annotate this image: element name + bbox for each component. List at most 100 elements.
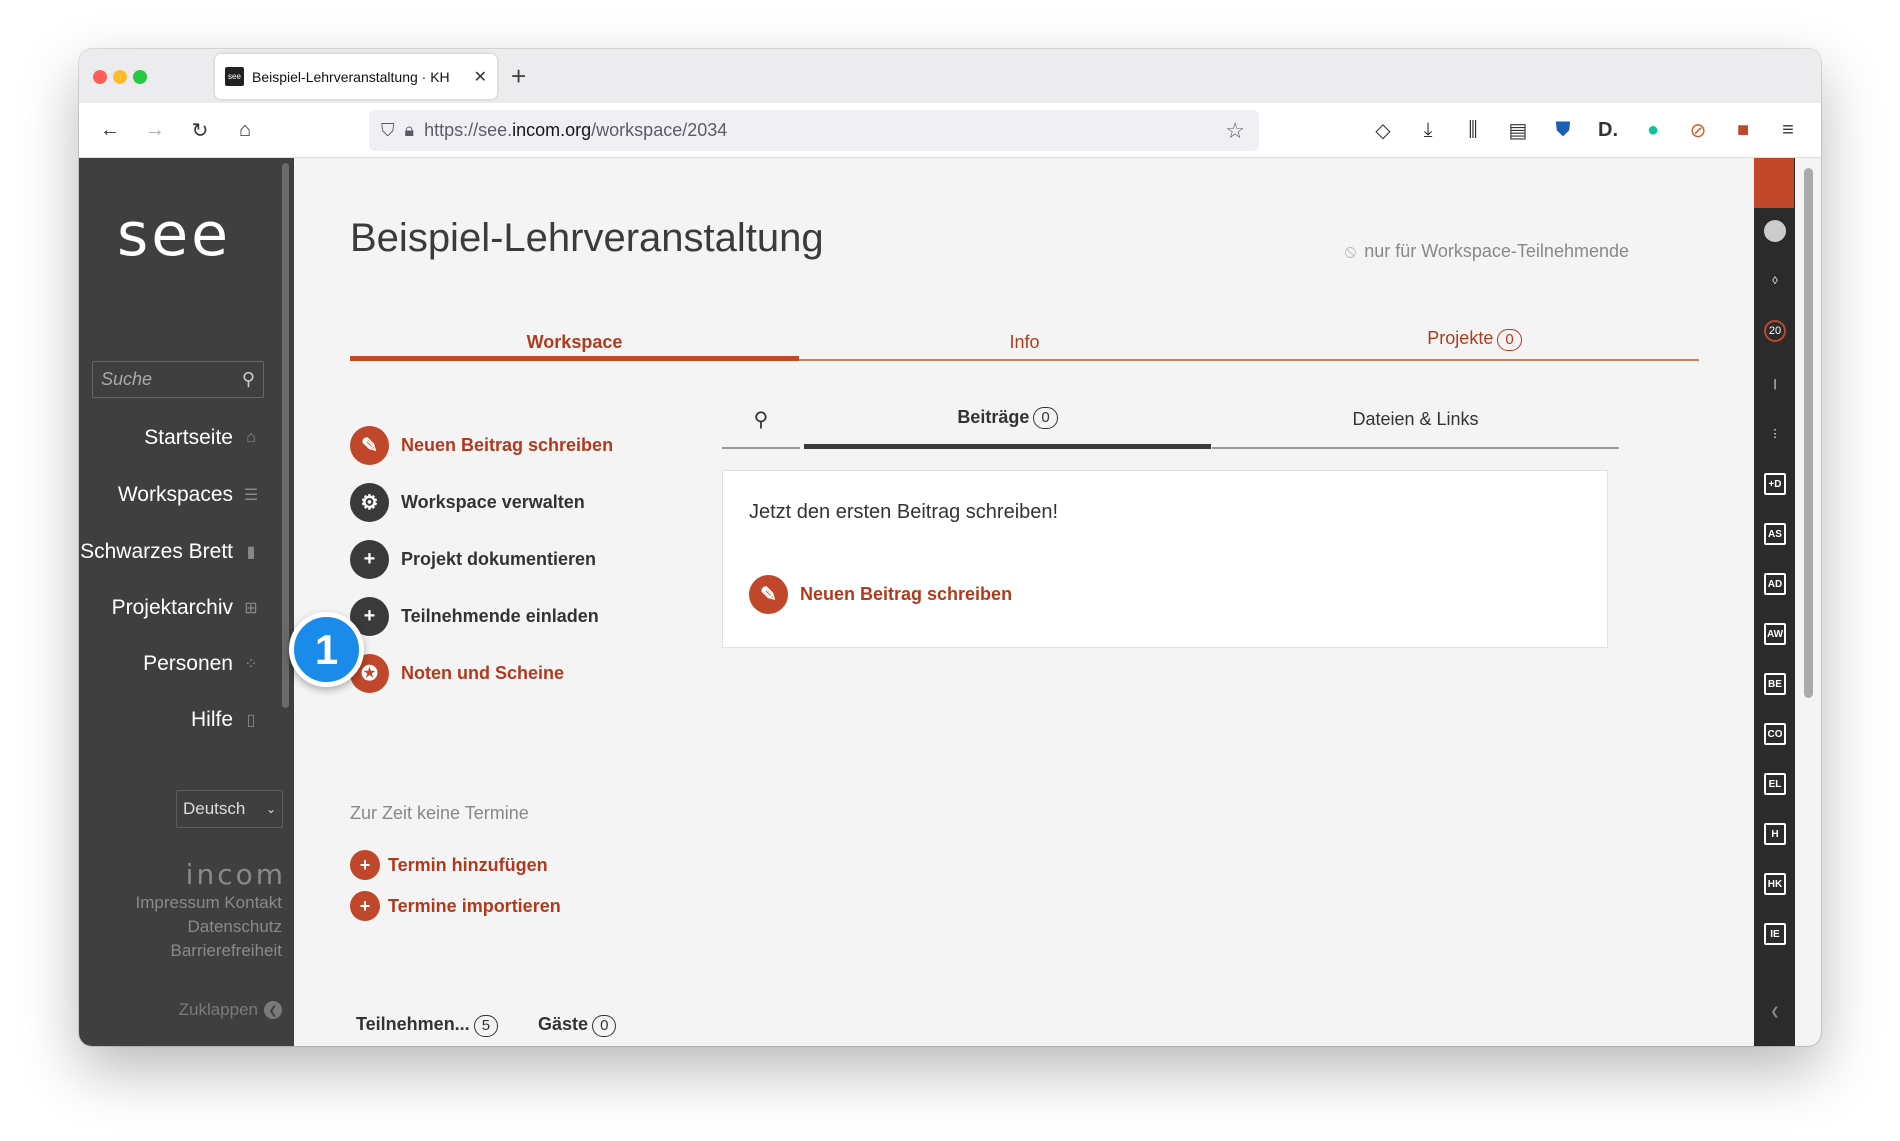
tab-label: Dateien & Links xyxy=(1352,408,1479,429)
plus-icon: + xyxy=(350,850,380,880)
favicon: see xyxy=(225,67,244,86)
visibility-text: nur für Workspace-Teilnehmende xyxy=(1364,241,1629,261)
tab-teilnehmende[interactable]: Teilnehmen... 5 xyxy=(356,1014,499,1037)
workspace-item[interactable]: H xyxy=(1764,823,1786,845)
scroll-thumb[interactable] xyxy=(1804,168,1813,698)
collapse-right-icon[interactable]: ❮ xyxy=(1764,1000,1786,1022)
tab-label: Workspace xyxy=(526,332,623,352)
workspace-item[interactable]: EL xyxy=(1764,773,1786,795)
url-bar[interactable]: ⛉ 🔒︎ https://see.incom.org/workspace/203… xyxy=(369,110,1259,151)
close-tab-icon[interactable]: ✕ xyxy=(474,67,487,87)
sidebar-scrollbar[interactable] xyxy=(282,163,289,708)
sidebar-item-personen[interactable]: Personen ⁘ xyxy=(143,652,259,676)
avatar[interactable] xyxy=(1764,220,1786,242)
tab-label: Beiträge xyxy=(957,407,1030,427)
home-icon[interactable]: ⌂ xyxy=(228,113,262,147)
document-project-button[interactable]: + Projekt dokumentieren xyxy=(350,540,596,579)
write-post-button[interactable]: ✎ Neuen Beitrag schreiben xyxy=(350,426,613,465)
sidebar-item-hilfe[interactable]: Hilfe ▯ xyxy=(191,708,259,732)
bar-icon[interactable]: | xyxy=(1764,373,1786,395)
d-extension-icon[interactable]: D. xyxy=(1591,113,1625,147)
empty-posts-text: Jetzt den ersten Beitrag schreiben! xyxy=(749,501,1059,523)
sidebar-item-projektarchiv[interactable]: Projektarchiv ⊞ xyxy=(112,596,259,620)
tab-projekte[interactable]: Projekte 0 xyxy=(1250,322,1699,351)
tab-beitraege[interactable]: Beiträge 0 xyxy=(804,391,1211,449)
reload-icon[interactable]: ↻ xyxy=(183,113,217,147)
write-post-button-card[interactable]: ✎ Neuen Beitrag schreiben xyxy=(749,575,1012,614)
compass-icon[interactable] xyxy=(1754,158,1794,208)
url-prefix: https://see. xyxy=(424,120,513,140)
pocket-icon[interactable]: ◇ xyxy=(1366,113,1400,147)
plus-icon: + xyxy=(350,540,389,579)
download-icon[interactable]: ⤓ xyxy=(1411,113,1445,147)
invite-participants-button[interactable]: + Teilnehmende einladen xyxy=(350,597,599,636)
collapse-sidebar-button[interactable]: Zuklappen ❮ xyxy=(179,1000,282,1020)
tab-gaeste[interactable]: Gäste 0 xyxy=(538,1014,617,1037)
url-text[interactable]: https://see.incom.org/workspace/2034 xyxy=(424,120,1215,141)
action-label: Projekt dokumentieren xyxy=(401,549,597,569)
workspace-item[interactable]: HK xyxy=(1764,873,1786,895)
library-icon[interactable]: ⫼ xyxy=(1456,113,1490,147)
hidden-eye-icon: ⦸ xyxy=(1344,241,1357,261)
tab-label: Gäste xyxy=(538,1014,589,1034)
sidebar-item-startseite[interactable]: Startseite ⌂ xyxy=(144,426,259,450)
blocker-extension-icon[interactable]: ⊘ xyxy=(1681,113,1715,147)
workspace-item[interactable]: 20 xyxy=(1764,320,1786,342)
browser-window: see Beispiel-Lehrveranstaltung · KH ✕ + … xyxy=(79,49,1821,1046)
workspace-item[interactable]: BE xyxy=(1764,673,1786,695)
language-select[interactable]: Deutsch ⌄ xyxy=(176,790,283,828)
action-label: Neuen Beitrag schreiben xyxy=(800,584,1013,604)
workspace-item[interactable]: IE xyxy=(1764,923,1786,945)
menu-icon[interactable]: ≡ xyxy=(1771,113,1805,147)
workspace-item[interactable]: CO xyxy=(1764,723,1786,745)
tab-title: Beispiel-Lehrveranstaltung · KH xyxy=(252,68,450,85)
sidebar-item-label: Workspaces xyxy=(117,483,233,506)
no-appointments-text: Zur Zeit keine Termine xyxy=(350,803,529,823)
page-scrollbar[interactable] xyxy=(1795,158,1821,1046)
close-window-button[interactable] xyxy=(93,70,107,84)
people-icon: ⁘ xyxy=(244,656,258,673)
workspace-item[interactable]: +D xyxy=(1764,473,1786,495)
sidebar-item-label: Projektarchiv xyxy=(111,596,233,619)
back-icon[interactable]: ← xyxy=(93,113,127,147)
sidebar-item-label: Hilfe xyxy=(190,708,233,731)
search-icon[interactable]: ⚲ xyxy=(722,391,800,449)
import-appointments-button[interactable]: + Termine importieren xyxy=(350,891,561,921)
workspace-item[interactable]: AS xyxy=(1764,523,1786,545)
lock-icon[interactable]: 🔒︎ xyxy=(405,120,415,141)
incom-logo[interactable]: incom xyxy=(186,858,286,891)
workspace-item[interactable]: AD xyxy=(1764,573,1786,595)
tab-workspace[interactable]: Workspace xyxy=(350,326,799,361)
footer-link-datenschutz[interactable]: Datenschutz xyxy=(188,915,283,939)
sidebar-item-schwarzes-brett[interactable]: Schwarzes Brett ▮ xyxy=(80,540,259,564)
action-label: Termin hinzufügen xyxy=(388,854,548,875)
browser-tab[interactable]: see Beispiel-Lehrveranstaltung · KH ✕ xyxy=(215,54,497,99)
compass-small-icon[interactable]: ◊ xyxy=(1764,270,1786,292)
star-icon[interactable]: ☆ xyxy=(1225,118,1245,144)
search-input[interactable]: Suche ⚲ xyxy=(92,361,264,398)
footer-links-1[interactable]: Impressum Kontakt xyxy=(136,891,282,915)
sidebar-item-workspaces[interactable]: Workspaces ☰ xyxy=(118,483,259,507)
minimize-window-button[interactable] xyxy=(113,70,127,84)
reader-icon[interactable]: ▤ xyxy=(1501,113,1535,147)
home-icon: ⌂ xyxy=(246,429,256,446)
more-icon[interactable]: ⋮ xyxy=(1764,422,1786,444)
tab-info[interactable]: Info xyxy=(800,326,1249,353)
tab-label: Projekte xyxy=(1427,328,1494,348)
new-tab-button[interactable]: + xyxy=(511,61,526,92)
add-appointment-button[interactable]: + Termin hinzufügen xyxy=(350,850,548,880)
search-icon[interactable]: ⚲ xyxy=(242,369,255,390)
site-logo[interactable]: see xyxy=(117,200,231,270)
manage-workspace-button[interactable]: ⚙ Workspace verwalten xyxy=(350,483,585,522)
grades-button[interactable]: ✪ Noten und Scheine xyxy=(350,654,564,693)
extension-icon[interactable]: ■ xyxy=(1726,113,1760,147)
gear-icon: ⚙ xyxy=(350,483,389,522)
workspace-item[interactable]: AW xyxy=(1764,623,1786,645)
forward-icon[interactable]: → xyxy=(138,113,172,147)
bitwarden-extension-icon[interactable]: ⛊ xyxy=(1546,113,1580,147)
tab-dateien-links[interactable]: Dateien & Links xyxy=(1212,391,1619,449)
zoom-window-button[interactable] xyxy=(133,70,147,84)
shield-icon[interactable]: ⛉ xyxy=(381,120,395,141)
footer-link-barrierefreiheit[interactable]: Barrierefreiheit xyxy=(171,939,283,963)
grammarly-extension-icon[interactable]: ● xyxy=(1636,113,1670,147)
